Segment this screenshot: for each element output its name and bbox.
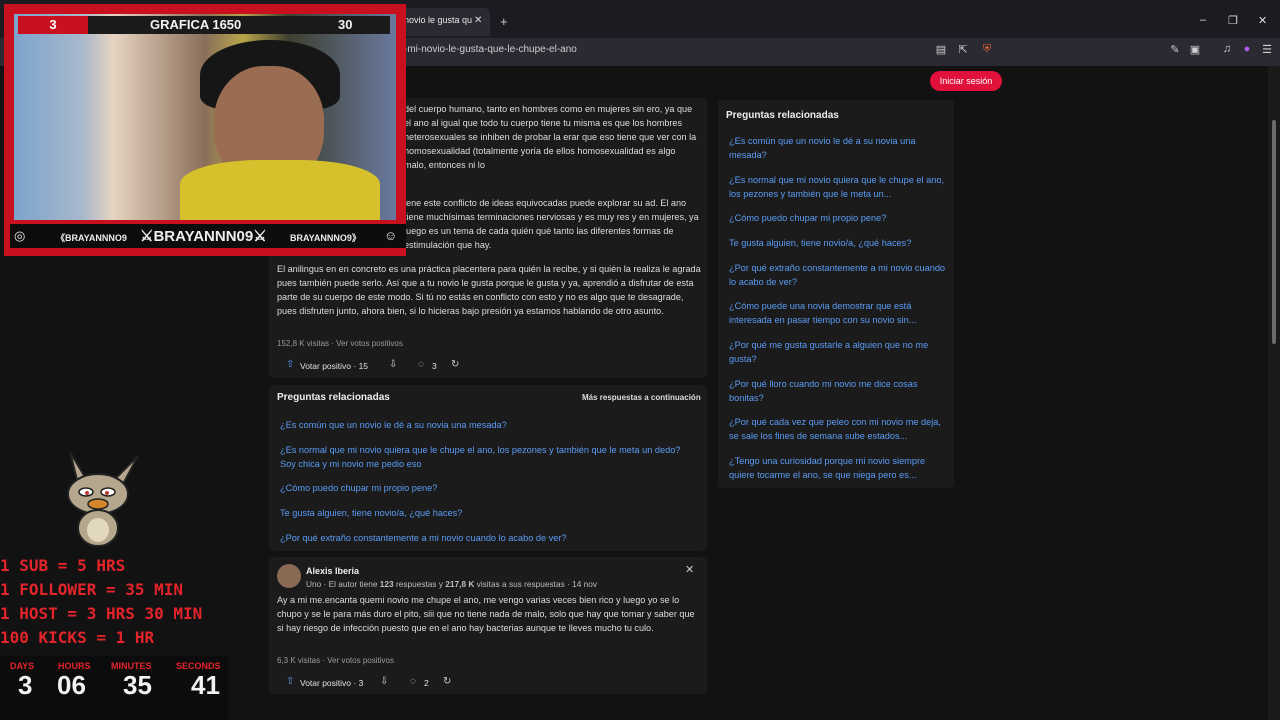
timer-value-hours: 06: [57, 670, 86, 700]
timer-value-minutes: 35: [123, 670, 152, 700]
share-icon[interactable]: ⇱: [956, 43, 970, 57]
answer-paragraph: iene este conflicto de ideas equivocadas…: [404, 198, 699, 250]
minimize-button[interactable]: –: [1200, 14, 1206, 26]
upvote-icon[interactable]: ⇧: [286, 359, 294, 370]
answer-views[interactable]: 152,8 K visitas · Ver votos positivos: [277, 339, 403, 348]
meta-text: visitas a sus respuestas · 14 nov: [474, 579, 598, 589]
sidebar-question-link[interactable]: ¿Cómo puedo chupar mi propio pene?: [729, 211, 949, 225]
handle-left: 《BRAYANNNO9: [56, 233, 127, 243]
leo-icon[interactable]: ●: [1240, 43, 1254, 57]
brave-shield-icon[interactable]: ⛨: [980, 43, 994, 57]
downvote-icon[interactable]: ⇩: [380, 676, 388, 687]
sidebar-title: Preguntas relacionadas: [726, 110, 839, 121]
timer-value-days: 3: [18, 670, 33, 700]
answer-paragraph: del cuerpo humano, tanto en hombres como…: [404, 104, 697, 170]
sidebar-question-link[interactable]: ¿Por qué lloro cuando mi novio me dice c…: [729, 377, 949, 405]
comment-icon[interactable]: ◌: [410, 676, 416, 687]
share-repost-icon[interactable]: ↻: [451, 359, 459, 370]
scrollbar-thumb[interactable]: [1272, 120, 1276, 344]
upvote-icon[interactable]: ⇧: [286, 676, 294, 687]
upvote-button[interactable]: Votar positivo · 3: [300, 678, 363, 688]
maximize-button[interactable]: ❐: [1228, 14, 1238, 27]
author-meta: Uno · El autor tiene 123 respuestas y 21…: [306, 579, 597, 589]
sidebar-question-link[interactable]: ¿Es normal que mi novio quiera que le ch…: [729, 173, 949, 201]
reader-view-icon[interactable]: ▤: [934, 43, 948, 57]
comment-count[interactable]: 2: [424, 678, 429, 688]
subathon-rule: 1 FOLLOWER = 35 MIN: [0, 580, 184, 599]
meta-text: Uno · El autor tiene: [306, 579, 380, 589]
tab-title: novio le gusta qu: [404, 15, 473, 25]
subathon-rule: 100 KICKS = 1 HR: [0, 628, 155, 647]
sidebar-question-link[interactable]: Te gusta alguien, tiene novio/a, ¿qué ha…: [729, 236, 949, 250]
related-question-link[interactable]: ¿Es común que un novio le dé a su novia …: [280, 418, 690, 432]
sidebar-question-link[interactable]: ¿Por qué me gusta gustarle a alguien que…: [729, 338, 949, 366]
new-tab-button[interactable]: +: [500, 14, 508, 29]
downvote-icon[interactable]: ⇩: [389, 359, 397, 370]
comment-icon[interactable]: ◌: [418, 359, 424, 370]
sidebar-question-link[interactable]: ¿Cómo puede una novia demostrar que está…: [729, 299, 949, 327]
related-question-link[interactable]: ¿Es normal que mi novio quiera que le ch…: [280, 443, 690, 471]
upvote-button[interactable]: Votar positivo · 15: [300, 361, 368, 371]
related-question-link[interactable]: ¿Cómo puedo chupar mi propio pene?: [280, 481, 690, 495]
more-answers-label: Más respuestas a continuación: [582, 393, 701, 402]
share-repost-icon[interactable]: ↻: [443, 676, 451, 687]
instagram-icon: ◎: [14, 228, 26, 243]
discord-icon: ☺: [384, 228, 398, 243]
subathon-rule: 1 HOST = 3 HRS 30 MIN: [0, 604, 203, 623]
meta-text: respuestas y: [393, 579, 446, 589]
handle-center: ⚔BRAYANNN09⚔: [140, 228, 267, 245]
music-icon[interactable]: ♫: [1220, 43, 1234, 57]
subathon-rule: 1 SUB = 5 HRS: [0, 556, 126, 575]
webcam-person-shirt: [180, 160, 380, 220]
timer-value-seconds: 41: [191, 670, 220, 700]
related-questions-title: Preguntas relacionadas: [277, 392, 390, 403]
avatar[interactable]: [277, 564, 301, 588]
login-button[interactable]: Iniciar sesión: [930, 71, 1002, 91]
author-name[interactable]: Alexis Iberia: [306, 566, 359, 576]
webcam-title: GRAFICA 1650: [150, 17, 242, 32]
answer-views[interactable]: 6,3 K visitas · Ver votos positivos: [277, 656, 394, 665]
related-question-link[interactable]: Te gusta alguien, tiene novio/a, ¿qué ha…: [280, 506, 690, 520]
rabbit-mascot-icon: [67, 451, 139, 547]
window-close-button[interactable]: ✕: [1258, 14, 1267, 27]
menu-icon[interactable]: ☰: [1260, 43, 1274, 57]
answer-paragraph: El anilingus en en concreto es una práct…: [277, 264, 701, 316]
wallet-icon[interactable]: ▣: [1188, 43, 1202, 57]
sidebar-question-link[interactable]: ¿Es común que un novio le dé a su novia …: [729, 134, 949, 162]
meta-views-count: 217,8 K: [445, 579, 475, 589]
meta-answers-count: 123: [379, 579, 394, 589]
extensions-icon[interactable]: ✎: [1168, 43, 1182, 57]
handle-right: BRAYANNNO9》: [290, 233, 361, 243]
webcam-right-counter: 30: [338, 17, 353, 32]
tab-close-icon[interactable]: ✕: [474, 15, 482, 26]
answer-paragraph: Ay a mi me.encanta quemi novio me chupe …: [277, 595, 695, 633]
dismiss-answer-icon[interactable]: ✕: [685, 563, 694, 576]
url-text[interactable]: -mi-novio-le-gusta-que-le-chupe-el-ano: [404, 44, 577, 55]
related-question-link[interactable]: ¿Por qué extraño constantemente a mi nov…: [280, 531, 690, 545]
webcam-left-counter: 3: [18, 16, 88, 34]
sidebar-question-link[interactable]: ¿Por qué cada vez que peleo con mi novio…: [729, 415, 949, 443]
sidebar-question-link[interactable]: ¿Tengo una curiosidad porque mi novio si…: [729, 454, 949, 482]
sidebar-question-link[interactable]: ¿Por qué extraño constantemente a mi nov…: [729, 261, 949, 289]
comment-count[interactable]: 3: [432, 361, 437, 371]
